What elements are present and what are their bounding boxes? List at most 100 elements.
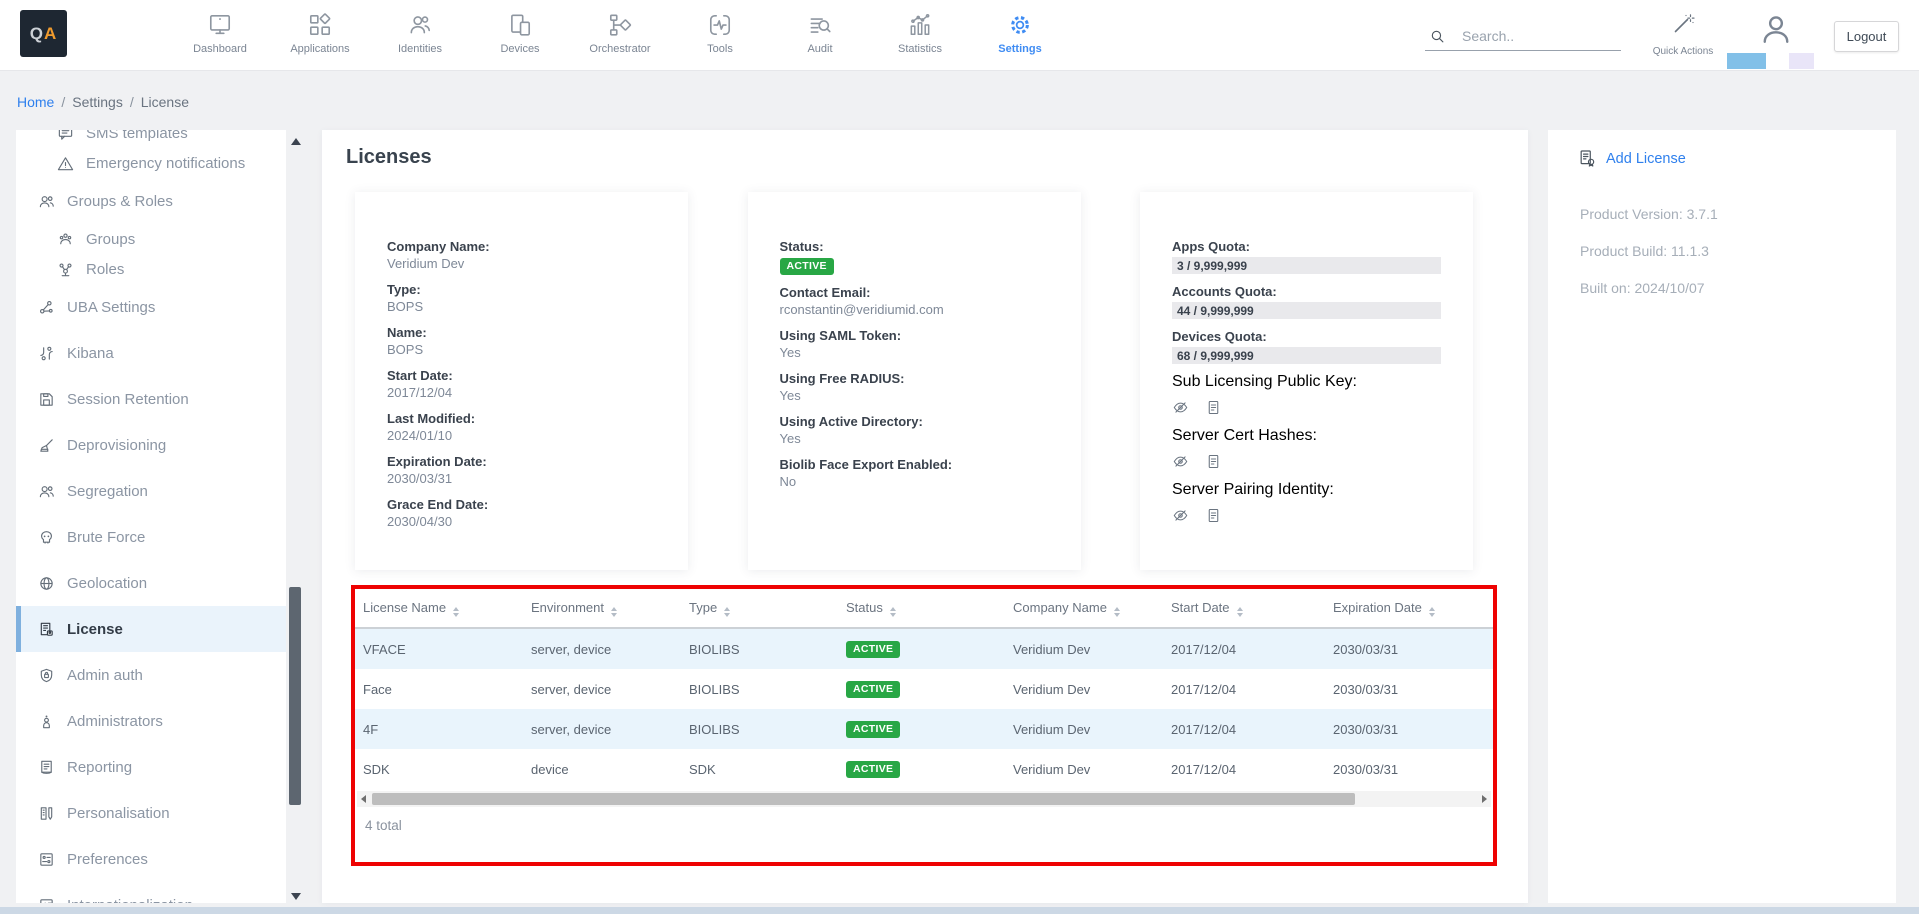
- sidebar-item-deprovisioning[interactable]: Deprovisioning: [16, 422, 286, 468]
- color-swatch-lavender: [1789, 53, 1814, 69]
- search-input[interactable]: [1460, 27, 1614, 45]
- field-label: Expiration Date:: [387, 453, 656, 470]
- column-header-status[interactable]: Status: [838, 589, 1005, 628]
- main-navigation: Dashboard Applications Identities Device…: [170, 0, 1070, 70]
- table-row-face[interactable]: Face server, device BIOLIBS ACTIVE Verid…: [355, 669, 1493, 709]
- sidebar-item-personalisation[interactable]: Personalisation: [16, 790, 286, 836]
- add-license-button[interactable]: Add License: [1578, 149, 1686, 168]
- column-header-expiration-date[interactable]: Expiration Date: [1325, 589, 1493, 628]
- sidebar-item-geolocation[interactable]: Geolocation: [16, 560, 286, 606]
- field-value: Veridium Dev: [387, 255, 656, 272]
- sort-icon: [453, 607, 459, 617]
- statistics-icon: [907, 12, 933, 38]
- sidebar-item-groups[interactable]: Groups: [16, 224, 286, 254]
- sidebar-item-reporting[interactable]: Reporting: [16, 744, 286, 790]
- sidebar-item-brute-force[interactable]: Brute Force: [16, 514, 286, 560]
- column-header-company-name[interactable]: Company Name: [1005, 589, 1163, 628]
- field-label: Sub Licensing Public Key:: [1172, 373, 1441, 391]
- copy-clipboard-icon[interactable]: [1205, 399, 1222, 416]
- field-label: Company Name:: [387, 238, 656, 255]
- sidebar-item-administrators[interactable]: Administrators: [16, 698, 286, 744]
- sidebar-item-sms-templates[interactable]: SMS templates: [16, 130, 286, 148]
- search-icon: [1429, 28, 1446, 45]
- sidebar-item-emergency-notifications[interactable]: Emergency notifications: [16, 148, 286, 178]
- sort-icon: [611, 607, 617, 617]
- nav-item-orchestrator[interactable]: Orchestrator: [570, 0, 670, 70]
- sidebar-item-preferences[interactable]: Preferences: [16, 836, 286, 882]
- devices-icon: [507, 12, 533, 38]
- product-version: Product Version: 3.7.1: [1580, 206, 1718, 222]
- sidebar-item-internationalization[interactable]: Internationalization: [16, 882, 286, 903]
- roles-icon: [57, 261, 74, 278]
- sidebar-item-admin-auth[interactable]: Admin auth: [16, 652, 286, 698]
- scroll-left-arrow[interactable]: [361, 795, 366, 803]
- eye-slash-icon[interactable]: [1172, 453, 1189, 470]
- sidebar-item-segregation[interactable]: Segregation: [16, 468, 286, 514]
- sidebar-item-uba-settings[interactable]: UBA Settings: [16, 284, 286, 330]
- field-value: Yes: [780, 387, 1049, 404]
- nav-item-dashboard[interactable]: Dashboard: [170, 0, 270, 70]
- sidebar-item-session-retention[interactable]: Session Retention: [16, 376, 286, 422]
- audit-icon: [807, 12, 833, 38]
- sidebar-scroll-up-arrow[interactable]: [291, 138, 301, 145]
- breadcrumb-home-link[interactable]: Home: [17, 94, 54, 110]
- field-label: Type:: [387, 281, 656, 298]
- nav-item-settings[interactable]: Settings: [970, 0, 1070, 70]
- status-badge: ACTIVE: [846, 721, 900, 738]
- search-bar: [1425, 22, 1621, 51]
- column-header-type[interactable]: Type: [681, 589, 838, 628]
- eye-slash-icon[interactable]: [1172, 507, 1189, 524]
- nav-item-tools[interactable]: Tools: [670, 0, 770, 70]
- table-row-vface[interactable]: VFACE server, device BIOLIBS ACTIVE Veri…: [355, 628, 1493, 669]
- scroll-right-arrow[interactable]: [1482, 795, 1487, 803]
- field-value: 2017/12/04: [387, 384, 656, 401]
- nav-item-applications[interactable]: Applications: [270, 0, 370, 70]
- uba-settings-icon: [38, 299, 55, 316]
- status-badge: ACTIVE: [846, 641, 900, 658]
- sidebar-scrollbar-thumb[interactable]: [289, 587, 301, 805]
- page: QA Dashboard Applications Identities Dev…: [0, 0, 1919, 914]
- sidebar-item-license[interactable]: License: [16, 606, 286, 652]
- company-info-card: Company Name:Veridium Dev Type:BOPS Name…: [355, 192, 688, 570]
- field-label: Devices Quota:: [1172, 328, 1441, 345]
- field-label: Status:: [780, 238, 1049, 255]
- breadcrumb-settings-link[interactable]: Settings: [72, 94, 123, 110]
- table-horizontal-scrollbar: [357, 791, 1491, 807]
- quick-actions-button[interactable]: Quick Actions: [1645, 12, 1721, 57]
- orchestrator-icon: [607, 12, 633, 38]
- field-label: Grace End Date:: [387, 496, 656, 513]
- personalisation-icon: [38, 805, 55, 822]
- column-header-license-name[interactable]: License Name: [355, 589, 523, 628]
- user-avatar-icon[interactable]: [1758, 11, 1794, 47]
- nav-item-statistics[interactable]: Statistics: [870, 0, 970, 70]
- nav-item-identities[interactable]: Identities: [370, 0, 470, 70]
- tools-icon: [707, 12, 733, 38]
- accounts-quota-bar: 44 / 9,999,999: [1172, 302, 1441, 319]
- built-on: Built on: 2024/10/07: [1580, 280, 1705, 296]
- copy-clipboard-icon[interactable]: [1205, 453, 1222, 470]
- field-label: Name:: [387, 324, 656, 341]
- column-header-start-date[interactable]: Start Date: [1163, 589, 1325, 628]
- sidebar-scroll-down-arrow[interactable]: [291, 893, 301, 900]
- field-value: 2030/03/31: [387, 470, 656, 487]
- logout-button[interactable]: Logout: [1834, 21, 1899, 52]
- sidebar-item-roles[interactable]: Roles: [16, 254, 286, 284]
- color-swatch-blue: [1727, 53, 1766, 69]
- sms-templates-icon: [57, 130, 74, 142]
- license-summary-cards: Company Name:Veridium Dev Type:BOPS Name…: [355, 192, 1473, 570]
- nav-item-devices[interactable]: Devices: [470, 0, 570, 70]
- table-row-sdk[interactable]: SDK device SDK ACTIVE Veridium Dev 2017/…: [355, 749, 1493, 789]
- field-value: Yes: [780, 430, 1049, 447]
- field-label: Contact Email:: [780, 284, 1049, 301]
- eye-slash-icon[interactable]: [1172, 399, 1189, 416]
- sidebar-item-groups-roles[interactable]: Groups & Roles: [16, 178, 286, 224]
- nav-item-audit[interactable]: Audit: [770, 0, 870, 70]
- copy-clipboard-icon[interactable]: [1205, 507, 1222, 524]
- table-row-4f[interactable]: 4F server, device BIOLIBS ACTIVE Veridiu…: [355, 709, 1493, 749]
- sidebar-item-kibana[interactable]: Kibana: [16, 330, 286, 376]
- column-header-environment[interactable]: Environment: [523, 589, 681, 628]
- horizontal-scrollbar-thumb[interactable]: [372, 793, 1355, 805]
- top-bar: QA Dashboard Applications Identities Dev…: [0, 0, 1919, 70]
- apps-quota-bar: 3 / 9,999,999: [1172, 257, 1441, 274]
- admin-person-icon: [38, 713, 55, 730]
